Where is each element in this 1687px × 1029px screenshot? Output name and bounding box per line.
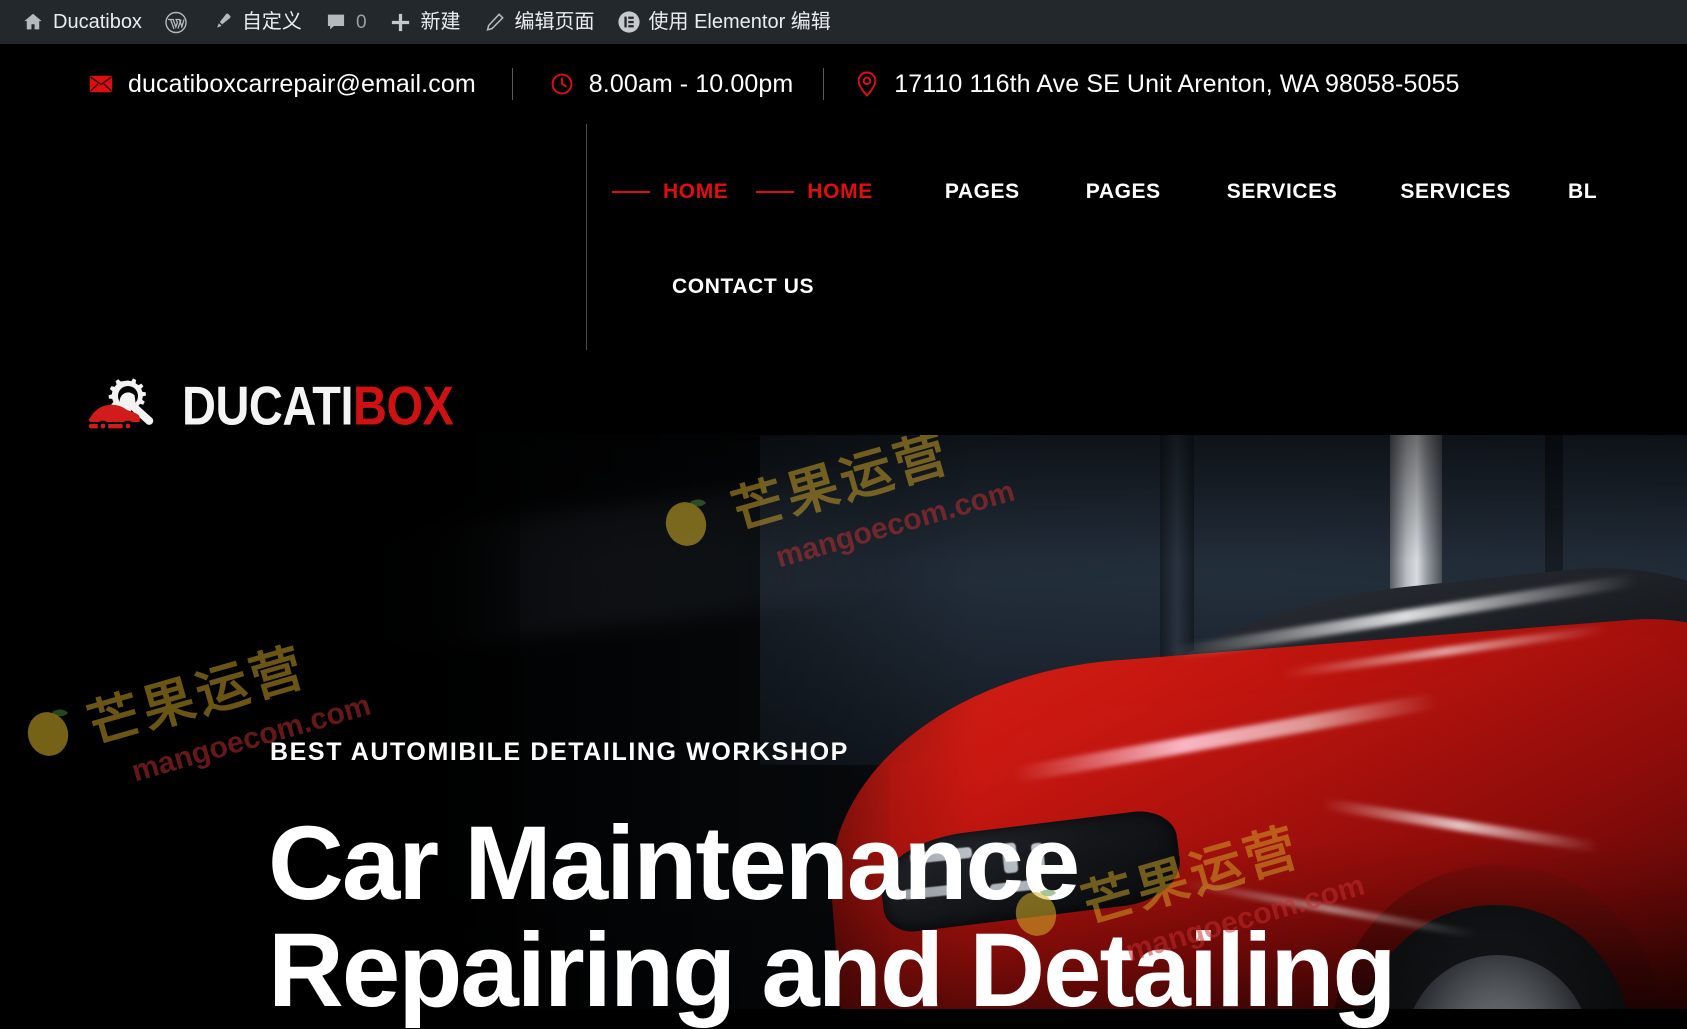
- envelope-icon: [88, 71, 114, 97]
- nav-dash-icon: [612, 191, 650, 193]
- admin-bar-edit-page-label: 编辑页面: [514, 11, 595, 33]
- nav-item-label: PAGES: [944, 180, 1020, 203]
- admin-bar-customize-label: 自定义: [241, 11, 302, 33]
- nav-item-label: SERVICES: [1226, 180, 1338, 203]
- wp-admin-bar: Ducatibox 自定义 0 新建 编辑页面 使用 Elementor 编辑: [0, 0, 1687, 44]
- hero-title-line-1: Car Maintenance: [268, 805, 1080, 922]
- nav-item-pages-1[interactable]: PAGES: [945, 172, 1020, 212]
- nav-item-label: HOME: [807, 180, 873, 203]
- contact-address[interactable]: 17110 116th Ave SE Unit Arenton, WA 9805…: [854, 70, 1459, 99]
- admin-bar-customize[interactable]: 自定义: [199, 0, 313, 44]
- pencil-icon: [483, 10, 507, 34]
- contact-address-text: 17110 116th Ave SE Unit Arenton, WA 9805…: [894, 69, 1460, 98]
- nav-item-label: CONTACT US: [672, 275, 815, 298]
- paintbrush-icon: [210, 10, 234, 34]
- hero-title: Car Maintenance Repairing and Detailing: [268, 805, 1397, 1029]
- nav-item-services-1[interactable]: SERVICES: [1227, 172, 1338, 212]
- logo-text-accent: BOX: [353, 374, 454, 436]
- nav-row-secondary: CONTACT US: [612, 267, 1687, 307]
- admin-bar-comment-count: 0: [355, 11, 367, 33]
- nav-item-label: PAGES: [1085, 180, 1161, 203]
- hero-subtitle: BEST AUTOMIBILE DETAILING WORKSHOP: [270, 738, 849, 766]
- nav-item-blog[interactable]: BL: [1568, 172, 1597, 212]
- main-navigation: HOME HOME PAGES PAGES SERVICES SERVICES: [612, 124, 1687, 350]
- nav-item-services-2[interactable]: SERVICES: [1400, 172, 1511, 212]
- nav-item-label: HOME: [663, 180, 729, 203]
- admin-bar-comments[interactable]: 0: [313, 0, 378, 44]
- nav-item-pages-2[interactable]: PAGES: [1086, 172, 1161, 212]
- wp-home-icon: [21, 10, 45, 34]
- nav-item-home-2[interactable]: HOME: [756, 172, 872, 212]
- nav-item-label: BL: [1568, 180, 1598, 203]
- admin-bar-new-content[interactable]: 新建: [378, 0, 472, 44]
- logo-text-primary: DUCATI: [182, 374, 354, 436]
- gear-wrench-car-icon: [88, 374, 168, 436]
- nav-item-label: SERVICES: [1400, 180, 1511, 203]
- map-pin-icon: [854, 71, 880, 97]
- plus-icon: [389, 10, 413, 34]
- header-vertical-divider: [586, 124, 587, 350]
- admin-bar-elementor-edit[interactable]: 使用 Elementor 编辑: [606, 0, 842, 44]
- admin-bar-site-label: Ducatibox: [53, 11, 142, 33]
- clock-icon: [549, 71, 575, 97]
- site-header: DUCATIBOX HOME HOME PAGES PAGES SERVICES…: [0, 124, 1687, 436]
- nav-item-contact-us[interactable]: CONTACT US: [672, 267, 814, 307]
- nav-item-home-1[interactable]: HOME: [612, 172, 728, 212]
- nav-dash-icon: [756, 191, 795, 193]
- admin-bar-site-name[interactable]: Ducatibox: [10, 0, 153, 44]
- admin-bar-wordpress-logo[interactable]: [153, 0, 199, 44]
- admin-bar-edit-page[interactable]: 编辑页面: [472, 0, 606, 44]
- admin-bar-new-label: 新建: [420, 11, 461, 33]
- nav-row-primary: HOME HOME PAGES PAGES SERVICES SERVICES: [612, 172, 1687, 212]
- admin-bar-elementor-label: 使用 Elementor 编辑: [648, 11, 831, 33]
- contact-separator-1: [511, 68, 513, 100]
- wordpress-logo-icon: [164, 10, 188, 34]
- elementor-icon: [617, 10, 641, 34]
- contact-email-text: ducatiboxcarrepair@email.com: [128, 69, 476, 98]
- contact-separator-2: [823, 68, 825, 100]
- comment-bubble-icon: [324, 10, 348, 34]
- hero-title-line-2: Repairing and Detailing: [268, 912, 1397, 1029]
- contact-hours-text: 8.00am - 10.00pm: [588, 69, 794, 98]
- contact-email[interactable]: ducatiboxcarrepair@email.com: [88, 70, 476, 99]
- contact-hours: 8.00am - 10.00pm: [549, 70, 794, 99]
- top-contact-bar: ducatiboxcarrepair@email.com 8.00am - 10…: [0, 44, 1687, 124]
- brand-logo[interactable]: DUCATIBOX: [88, 374, 454, 436]
